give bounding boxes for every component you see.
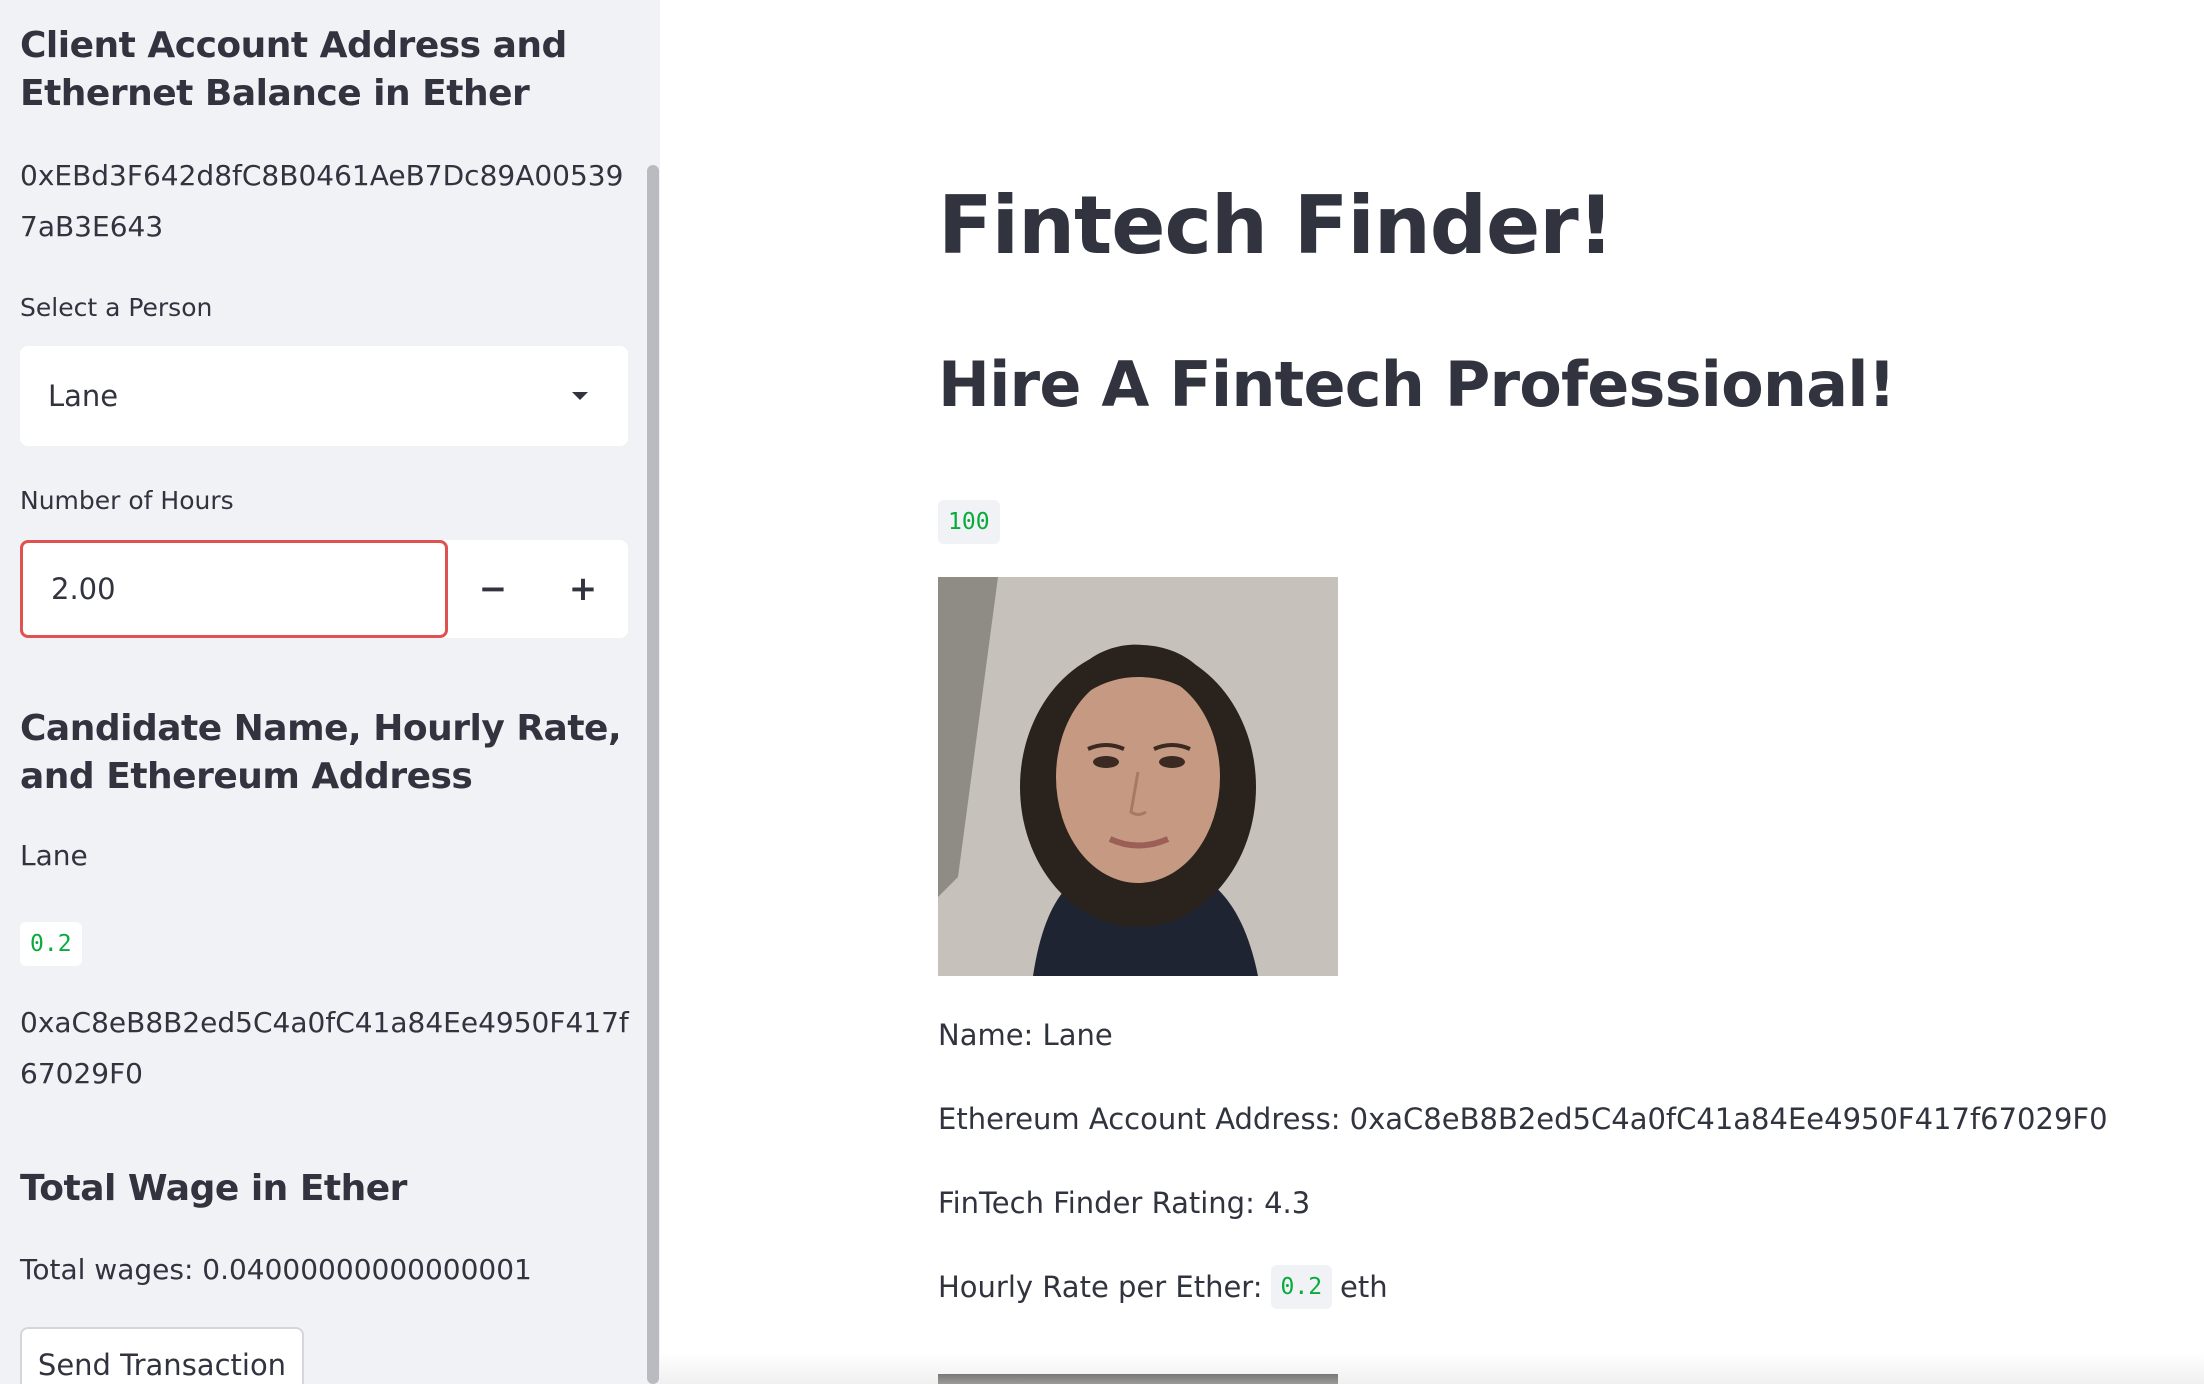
candidate-portrait xyxy=(938,577,1338,976)
app-window: Client Account Address and Ethernet Bala… xyxy=(0,0,2204,1384)
person-select[interactable]: Lane xyxy=(20,346,628,446)
main-content: Fintech Finder! Hire A Fintech Professio… xyxy=(660,0,2204,1384)
bottom-shadow xyxy=(660,1352,2204,1384)
chevron-down-icon xyxy=(572,392,588,400)
hourly-rate-value: 0.2 xyxy=(1270,1265,1333,1309)
candidate-name-line: Name: Lane xyxy=(938,1018,1113,1052)
candidate-rate-wrap: 0.2 xyxy=(20,922,82,966)
code-value: 100 xyxy=(938,500,1000,544)
candidate-address: 0xaC8eB8B2ed5C4a0fC41a84Ee4950F417f67029… xyxy=(20,1006,629,1090)
hourly-rate-line: Hourly Rate per Ether: 0.2 eth xyxy=(938,1265,1388,1309)
candidate-rating-line: FinTech Finder Rating: 4.3 xyxy=(938,1186,1311,1220)
person-select-value: Lane xyxy=(48,379,119,413)
total-wage-heading: Total Wage in Ether xyxy=(20,1168,407,1209)
total-wages-text: Total wages: 0.04000000000000001 xyxy=(20,1253,532,1286)
candidate-rate: 0.2 xyxy=(20,922,82,966)
page-subtitle: Hire A Fintech Professional! xyxy=(938,348,1896,421)
candidate-name: Lane xyxy=(20,839,88,872)
hours-input[interactable] xyxy=(20,540,448,638)
hourly-rate-suffix: eth xyxy=(1340,1270,1388,1304)
hours-label: Number of Hours xyxy=(20,486,234,515)
page-title: Fintech Finder! xyxy=(938,179,1614,272)
code-value-wrap: 100 xyxy=(938,500,1000,544)
sidebar: Client Account Address and Ethernet Bala… xyxy=(0,0,660,1384)
select-person-label: Select a Person xyxy=(20,293,213,322)
account-heading: Client Account Address and Ethernet Bala… xyxy=(20,25,567,114)
client-account-address: 0xEBd3F642d8fC8B0461AeB7Dc89A005397aB3E6… xyxy=(20,159,624,243)
candidate-address-line: Ethereum Account Address: 0xaC8eB8B2ed5C… xyxy=(938,1102,2108,1136)
portrait-image xyxy=(938,577,1338,976)
send-transaction-button[interactable]: Send Transaction xyxy=(20,1327,304,1384)
hours-number-input: − + xyxy=(20,540,628,638)
increment-button[interactable]: + xyxy=(538,540,628,638)
decrement-button[interactable]: − xyxy=(448,540,538,638)
sidebar-scrollbar[interactable] xyxy=(647,165,659,1384)
candidate-heading: Candidate Name, Hourly Rate, and Ethereu… xyxy=(20,708,622,797)
hourly-rate-prefix: Hourly Rate per Ether: xyxy=(938,1270,1263,1304)
